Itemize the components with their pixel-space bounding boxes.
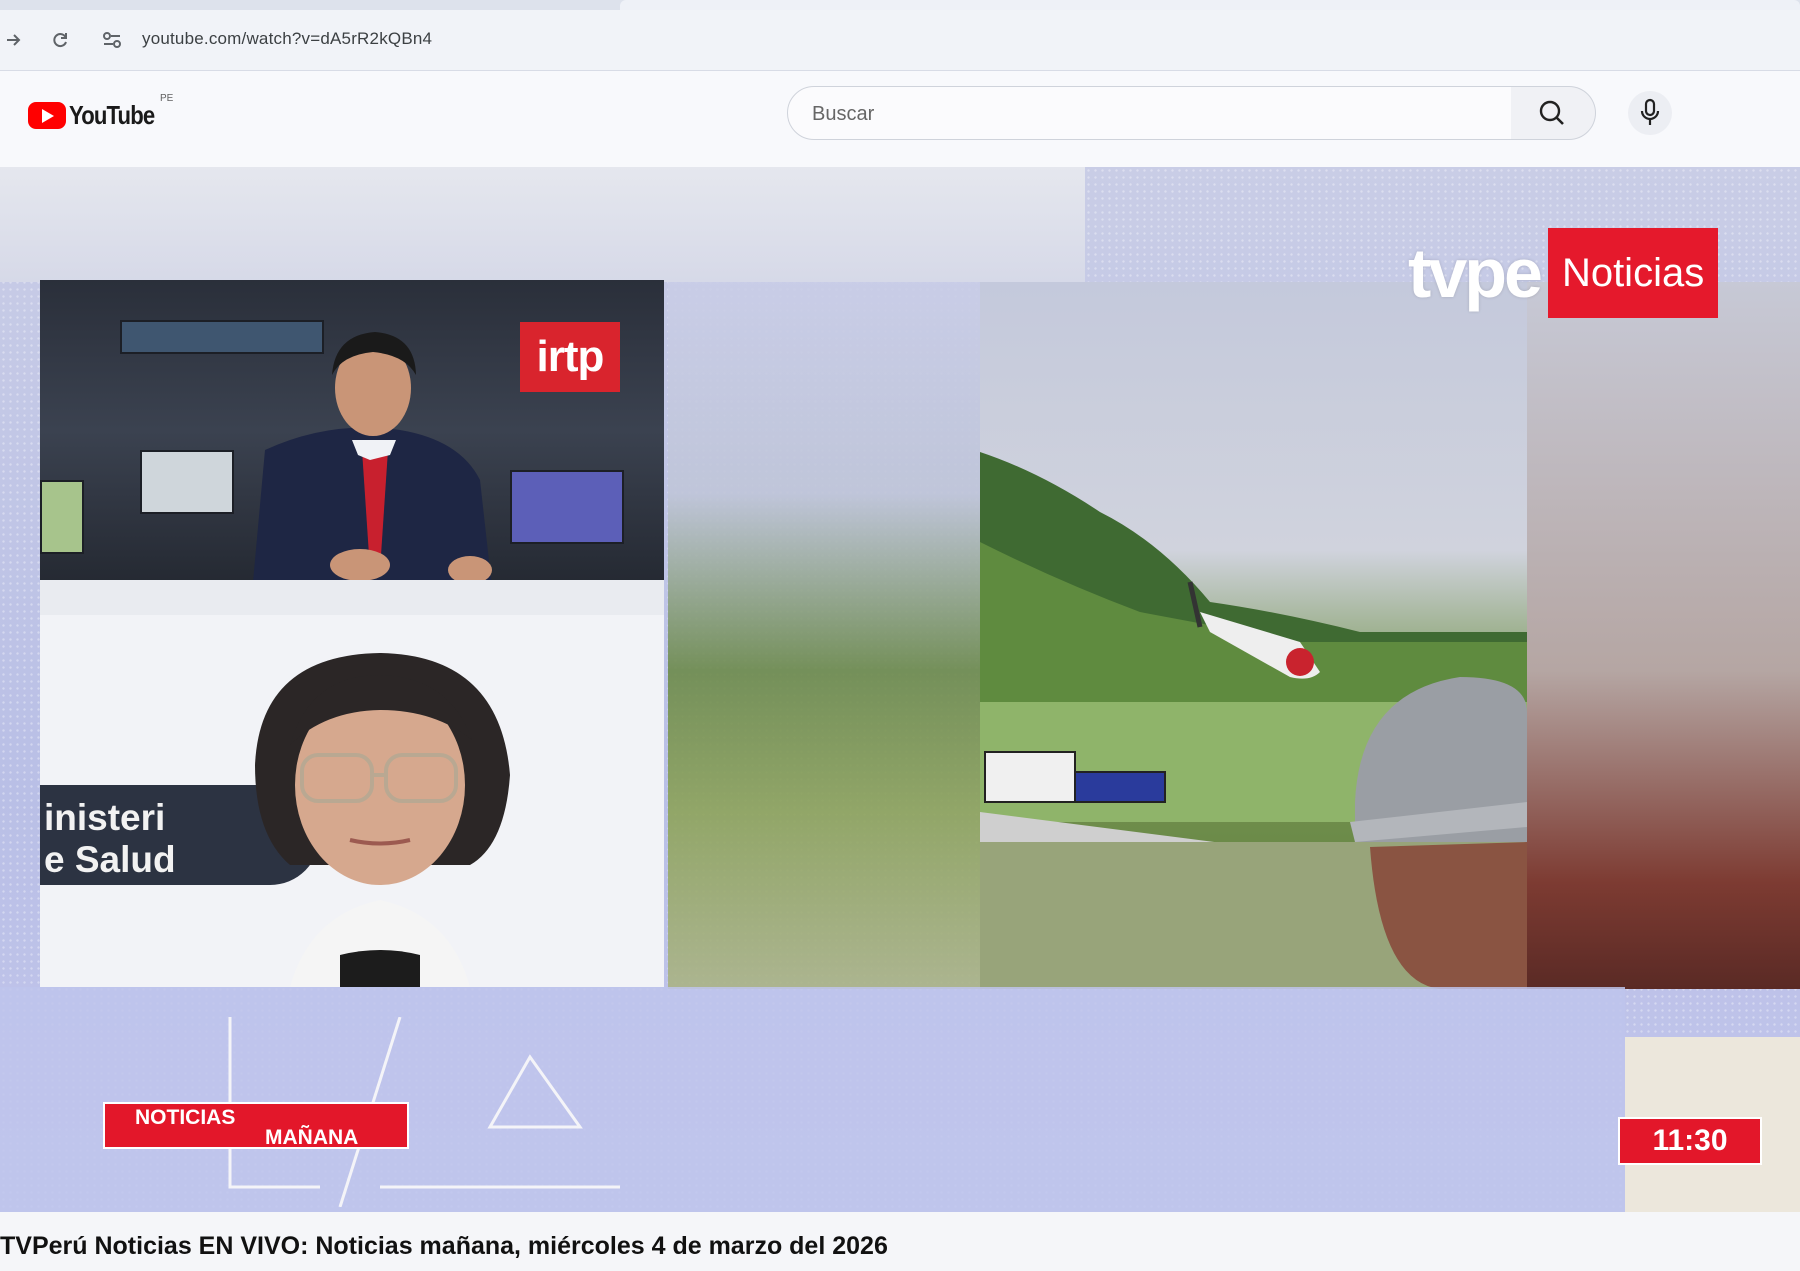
youtube-masthead: YouTube PE <box>0 71 1800 167</box>
youtube-wordmark: YouTube <box>69 99 155 130</box>
news-desk <box>40 580 664 615</box>
youtube-logo[interactable]: YouTube PE <box>28 93 173 135</box>
forward-button[interactable] <box>0 26 28 54</box>
field-scene <box>980 452 1527 989</box>
video-title: TVPerú Noticias EN VIVO: Noticias mañana… <box>0 1232 888 1260</box>
noticias-badge: Noticias <box>1547 228 1719 318</box>
site-info-button[interactable] <box>100 26 128 54</box>
search-input[interactable] <box>810 87 1494 141</box>
guest-person <box>255 653 510 987</box>
blurred-panel <box>668 282 980 989</box>
broadcast-clock: 11:30 <box>1618 1117 1762 1165</box>
news-anchor <box>250 332 495 615</box>
program-tag: NOTICIAS MAÑANA <box>103 1102 409 1149</box>
youtube-play-icon <box>28 101 66 129</box>
active-tab[interactable] <box>620 0 1800 10</box>
address-bar: youtube.com/watch?v=dA5rR2kQBn4 <box>0 10 1800 71</box>
helicopter-scene <box>980 282 1527 989</box>
program-line-1: NOTICIAS <box>135 1106 236 1129</box>
country-code: PE <box>160 93 174 104</box>
arrow-right-icon <box>7 34 21 46</box>
video-player[interactable]: irtp inisteri e Salud tvpe Noticias NOTI… <box>0 167 1800 1212</box>
voice-search-button[interactable] <box>1628 91 1672 135</box>
tvpe-wordmark: tvpe <box>1408 234 1543 312</box>
search-icon <box>1539 100 1564 125</box>
microphone-icon <box>1640 98 1660 125</box>
tab-strip <box>0 0 1800 10</box>
reload-button[interactable] <box>46 26 74 54</box>
search-box <box>787 86 1513 141</box>
guest-panel: inisteri e Salud <box>40 615 664 987</box>
right-blurred-panel <box>1527 282 1800 989</box>
program-line-2: MAÑANA <box>265 1126 359 1149</box>
search-button[interactable] <box>1511 86 1596 140</box>
tune-icon <box>103 32 121 48</box>
studio-anchor-panel: irtp <box>40 280 664 615</box>
reload-icon <box>53 33 67 48</box>
tvpe-noticias-logo: tvpe Noticias <box>1400 228 1719 318</box>
video-top-wash <box>0 167 1085 282</box>
url-field[interactable]: youtube.com/watch?v=dA5rR2kQBn4 <box>142 29 432 49</box>
